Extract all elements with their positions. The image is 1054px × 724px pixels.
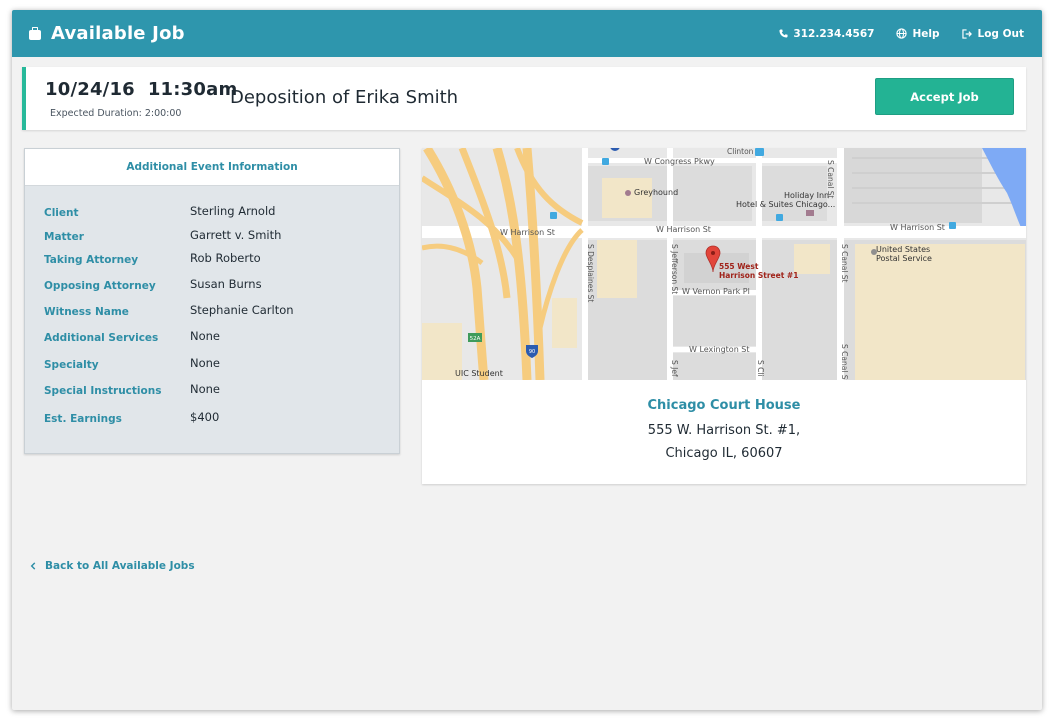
job-title: Deposition of Erika Smith: [230, 87, 459, 108]
exit-shield: 52A: [470, 336, 481, 342]
street-label: W Vernon Park Pl: [682, 287, 750, 296]
street-label: S Jefferson St: [670, 244, 679, 294]
street-label: W Harrison St: [500, 228, 555, 237]
info-label: Taking Attorney: [44, 254, 139, 266]
place-label: Greyhound: [634, 188, 678, 197]
info-value: Garrett v. Smith: [190, 228, 282, 242]
info-value: $400: [190, 410, 220, 424]
place-label: UIC Student: [455, 369, 503, 378]
phone-number: 312.234.4567: [793, 27, 875, 40]
event-info-heading: Additional Event Information: [25, 149, 399, 186]
info-label: Special Instructions: [44, 385, 162, 397]
info-row-taking-attorney: Taking Attorney Rob Roberto: [25, 251, 399, 274]
phone-icon: [779, 29, 788, 38]
phone-link[interactable]: 312.234.4567: [779, 28, 874, 40]
back-to-jobs-link[interactable]: Back to All Available Jobs: [30, 560, 195, 572]
location-name: Chicago Court House: [647, 398, 801, 413]
info-row-opposing-attorney: Opposing Attorney Susan Burns: [25, 277, 399, 300]
address-line-1: 555 W. Harrison St. #1,: [647, 423, 801, 438]
info-row-additional-services: Additional Services None: [25, 329, 399, 352]
info-label: Witness Name: [44, 306, 129, 318]
top-bar: Available Job 312.234.4567 Help Log Out: [12, 10, 1042, 57]
location-address: 555 W. Harrison St. #1, Chicago IL, 6060…: [422, 419, 1026, 465]
info-value: Stephanie Carlton: [190, 303, 294, 317]
info-label: Matter: [44, 231, 84, 243]
job-header-card: 10/24/16 11:30am Expected Duration: 2:00…: [22, 67, 1026, 130]
street-label: S Desplaines St: [586, 244, 595, 302]
interstate-shield: 90: [529, 349, 535, 355]
info-row-client: Client Sterling Arnold: [25, 204, 399, 227]
top-nav: 312.234.4567 Help Log Out: [779, 28, 1024, 40]
street-label: S Jef: [670, 360, 679, 377]
logout-label: Log Out: [977, 27, 1025, 40]
event-info-panel: Additional Event Information Client Ster…: [24, 148, 400, 454]
street-label: S Canal St: [840, 244, 849, 283]
pin-label: Harrison Street #1: [719, 271, 798, 280]
place-label: United States: [876, 245, 930, 254]
place-label: Hotel & Suites Chicago...: [736, 200, 835, 209]
logout-link[interactable]: Log Out: [961, 27, 1025, 40]
expected-duration: Expected Duration: 2:00:00: [50, 108, 182, 119]
info-label: Client: [44, 207, 79, 219]
info-value: Rob Roberto: [190, 251, 261, 265]
info-row-special-instructions: Special Instructions None: [25, 382, 399, 405]
info-value: None: [190, 382, 221, 396]
info-row-est-earnings: Est. Earnings $400: [25, 410, 399, 433]
info-label: Additional Services: [44, 332, 159, 344]
street-label: W Congress Pkwy: [644, 157, 715, 166]
info-row-matter: Matter Garrett v. Smith: [25, 228, 399, 251]
logout-icon: [961, 28, 972, 39]
place-label: Postal Service: [876, 254, 932, 263]
chevron-left-icon: [30, 562, 36, 570]
info-row-witness-name: Witness Name Stephanie Carlton: [25, 303, 399, 326]
street-label: W Lexington St: [689, 345, 750, 354]
info-label: Specialty: [44, 359, 99, 371]
brand: Available Job: [29, 23, 185, 44]
info-value: Susan Burns: [190, 277, 262, 291]
globe-icon: [896, 28, 908, 39]
street-label: Clinton: [727, 148, 754, 156]
info-value: None: [190, 356, 221, 370]
info-value: None: [190, 329, 221, 343]
accept-job-button[interactable]: Accept Job: [875, 78, 1014, 115]
info-row-specialty: Specialty None: [25, 356, 399, 379]
info-label: Opposing Attorney: [44, 280, 156, 292]
help-label: Help: [912, 27, 940, 40]
job-datetime: 10/24/16 11:30am: [45, 79, 238, 100]
street-label: S Cli: [756, 360, 765, 377]
pin-label: 555 West: [719, 262, 759, 271]
location-map[interactable]: 52A 90 W Congress Pkwy Clinton W Harriso…: [422, 148, 1026, 380]
info-value: Sterling Arnold: [190, 204, 276, 218]
location-details: Chicago Court House 555 W. Harrison St. …: [422, 398, 1026, 465]
help-link[interactable]: Help: [896, 27, 940, 40]
briefcase-icon: [29, 26, 41, 40]
street-label: W Harrison St: [656, 225, 711, 234]
street-label: W Harrison St: [890, 223, 945, 232]
page-title: Available Job: [51, 23, 185, 44]
info-label: Est. Earnings: [44, 413, 122, 425]
location-card: 52A 90 W Congress Pkwy Clinton W Harriso…: [422, 148, 1026, 484]
place-label: Holiday Inn: [784, 191, 829, 200]
app-window: Available Job 312.234.4567 Help Log Out …: [12, 10, 1042, 710]
street-label: S Canal St: [840, 344, 849, 380]
address-line-2: Chicago IL, 60607: [665, 446, 783, 461]
back-label: Back to All Available Jobs: [45, 560, 195, 572]
